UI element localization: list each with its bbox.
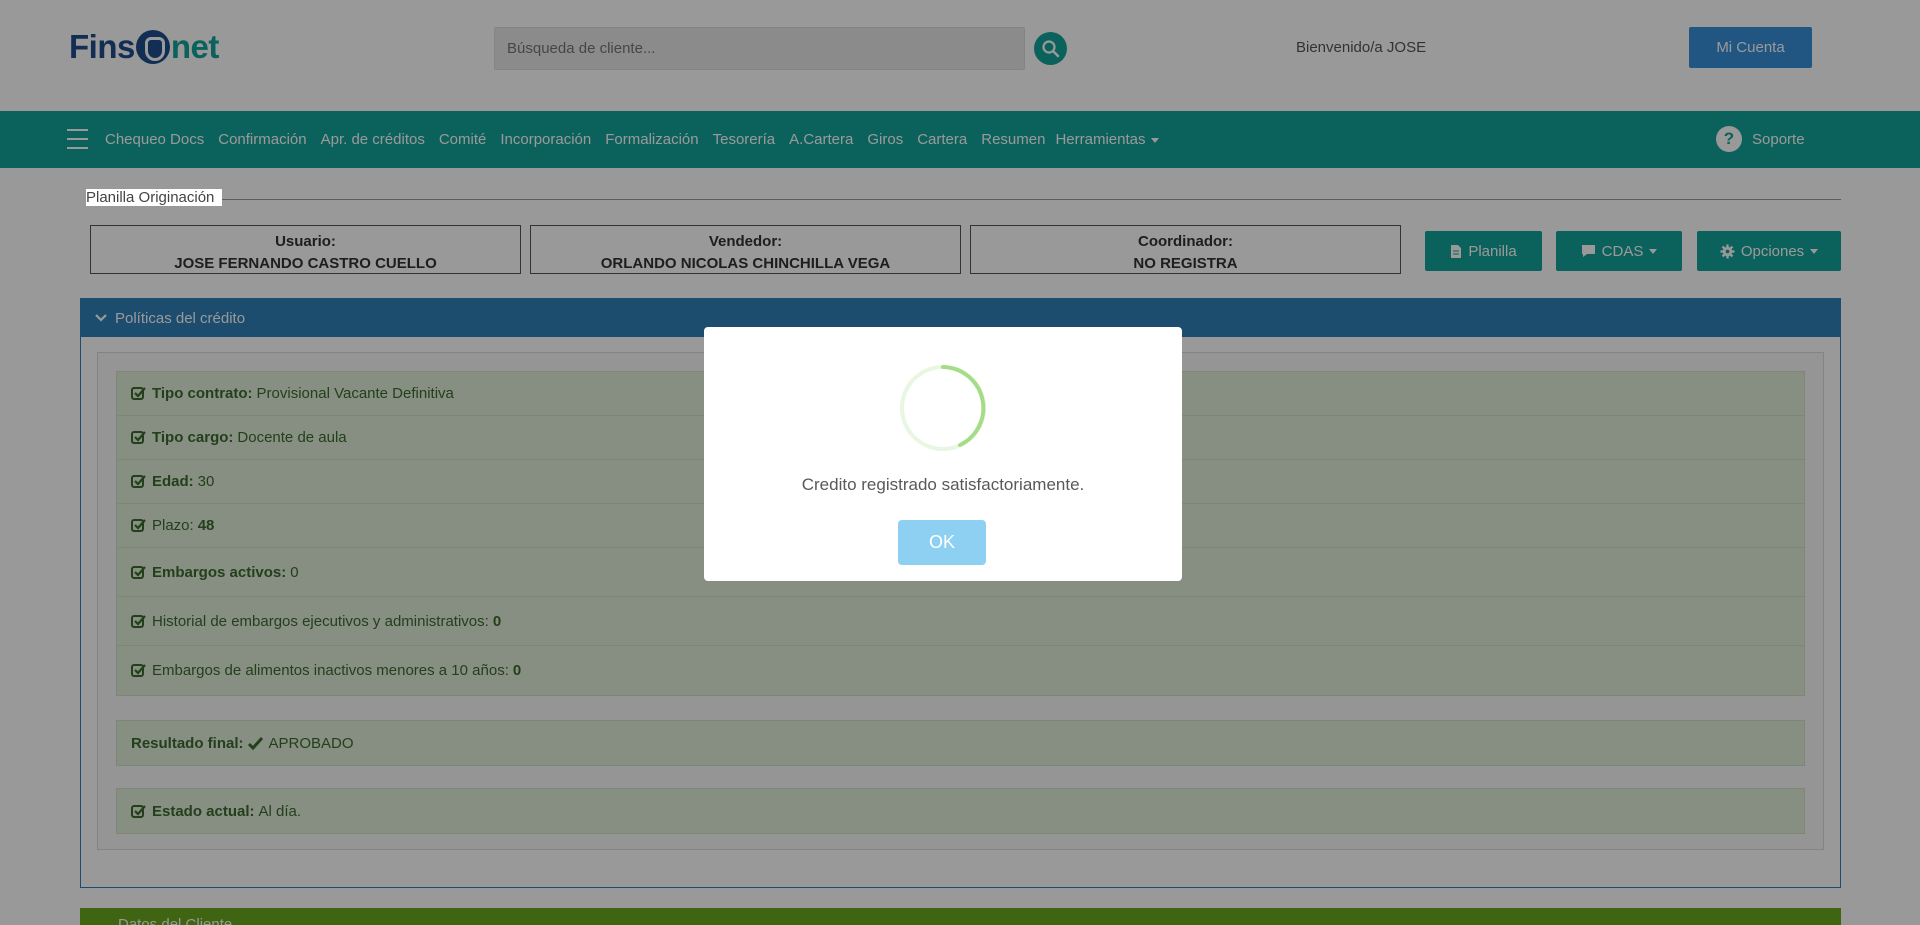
loading-spinner-icon — [900, 365, 986, 451]
success-dialog: Credito registrado satisfactoriamente. O… — [704, 327, 1182, 581]
dialog-message: Credito registrado satisfactoriamente. — [801, 475, 1085, 494]
ok-button[interactable]: OK — [898, 520, 986, 565]
section-title: Planilla Originación — [86, 189, 223, 206]
